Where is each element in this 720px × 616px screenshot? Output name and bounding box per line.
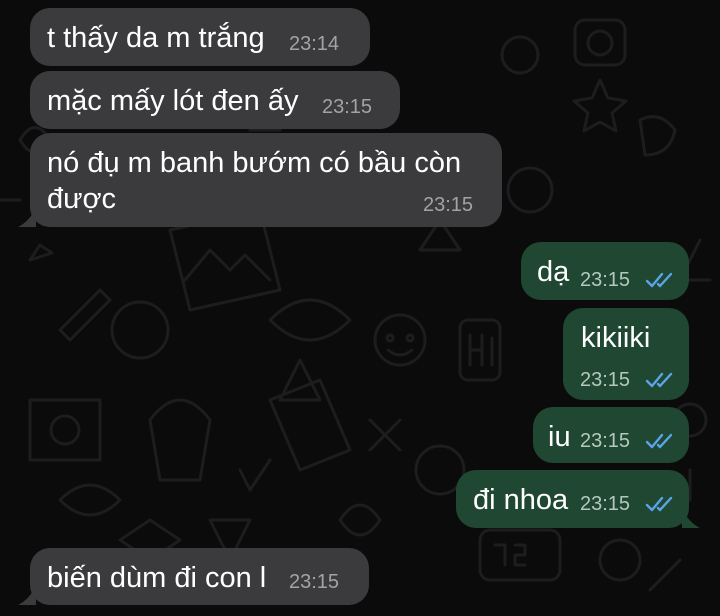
message-text: đi nhoa (473, 484, 569, 516)
double-check-icon (645, 433, 673, 449)
double-check-icon (645, 272, 673, 288)
incoming-message-bubble[interactable]: mặc mấy lót đen ấy 23:15 (30, 71, 400, 129)
outgoing-message-bubble[interactable]: dạ 23:15 (521, 242, 689, 300)
message-time: 23:15 (580, 493, 631, 515)
outgoing-message-bubble[interactable]: đi nhoa 23:15 (456, 470, 689, 528)
message-time: 23:15 (423, 194, 474, 216)
message-text: t thấy da m trắng (47, 22, 265, 54)
chat-view[interactable]: t thấy da m trắng 23:14 mặc mấy lót đen … (0, 0, 720, 616)
double-check-icon (645, 372, 673, 388)
message-text: mặc mấy lót đen ấy (47, 85, 299, 117)
message-text: biến dùm đi con l (47, 562, 267, 594)
message-text-line-2: được (47, 183, 117, 215)
message-text-line-1: nó đụ m banh bướm có bầu còn (47, 147, 462, 179)
incoming-bubble-tail (18, 207, 36, 227)
message-time: 23:15 (580, 269, 631, 291)
incoming-bubble-tail (18, 585, 36, 605)
message-time: 23:15 (580, 369, 631, 391)
message-time: 23:14 (289, 33, 340, 55)
outgoing-bubble-tail (682, 508, 700, 528)
message-text: kikiiki (581, 322, 651, 354)
outgoing-message-bubble[interactable]: kikiiki 23:15 (563, 308, 689, 400)
incoming-message-bubble[interactable]: biến dùm đi con l 23:15 (30, 548, 369, 605)
message-text: iu (548, 421, 571, 453)
outgoing-message-bubble[interactable]: iu 23:15 (533, 407, 689, 463)
message-time: 23:15 (322, 96, 373, 118)
incoming-message-bubble[interactable]: t thấy da m trắng 23:14 (30, 8, 370, 66)
double-check-icon (645, 496, 673, 512)
message-time: 23:15 (580, 430, 631, 452)
message-text: dạ (537, 256, 570, 288)
incoming-message-bubble[interactable]: nó đụ m banh bướm có bầu còn được 23:15 (30, 133, 502, 227)
message-time: 23:15 (289, 571, 340, 593)
